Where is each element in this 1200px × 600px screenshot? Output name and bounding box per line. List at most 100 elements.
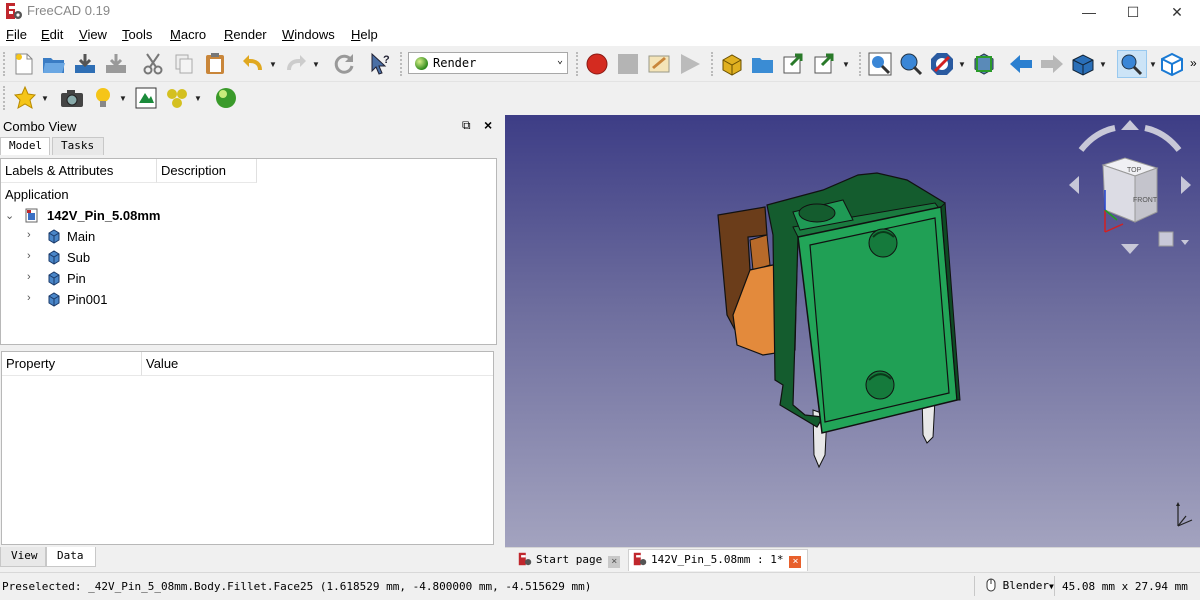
undo-icon[interactable] xyxy=(240,51,266,77)
toolbar-grip[interactable] xyxy=(3,86,7,110)
tab-tasks[interactable]: Tasks xyxy=(52,137,104,155)
close-window-button[interactable]: ✕ xyxy=(1154,0,1200,24)
tree-item-pin001[interactable]: › Pin001 xyxy=(5,291,205,312)
toolbar-grip[interactable] xyxy=(3,52,7,76)
toolbar-overflow-button[interactable]: » xyxy=(1190,56,1197,70)
zoom-tool-icon[interactable] xyxy=(1117,50,1147,78)
tree-item-document[interactable]: ⌄ 142V_Pin_5.08mm xyxy=(5,207,205,228)
save-as-icon[interactable] xyxy=(103,51,129,77)
tab-view[interactable]: View xyxy=(0,547,46,567)
copy-icon[interactable] xyxy=(171,51,197,77)
menu-help[interactable]: Help xyxy=(351,27,378,42)
property-header[interactable]: Property xyxy=(2,352,142,376)
record-macro-icon[interactable] xyxy=(584,51,610,77)
back-arrow-icon[interactable] xyxy=(1008,51,1034,77)
cut-icon[interactable] xyxy=(140,51,166,77)
render-project-icon[interactable] xyxy=(12,85,38,111)
isometric-view-icon[interactable] xyxy=(1159,51,1185,77)
light-bulb-icon[interactable] xyxy=(90,85,116,111)
whats-this-icon[interactable]: ? xyxy=(368,51,394,77)
pan-down-arrow-icon[interactable] xyxy=(1121,244,1139,254)
chevron-right-icon[interactable]: › xyxy=(27,271,31,283)
navigation-cube[interactable]: TOP FRONT xyxy=(1065,120,1195,260)
macro-editor-icon[interactable] xyxy=(646,51,672,77)
undo-dropdown-icon[interactable]: ▼ xyxy=(269,60,277,69)
render-project-dropdown-icon[interactable]: ▼ xyxy=(41,94,49,103)
pan-right-arrow-icon[interactable] xyxy=(1181,176,1191,194)
tree-item-main[interactable]: › Main xyxy=(5,228,205,249)
view-menu-cube-icon[interactable] xyxy=(1158,231,1174,247)
draw-style-dropdown-icon[interactable]: ▼ xyxy=(958,60,966,69)
body-icon xyxy=(48,271,60,286)
minimize-button[interactable]: — xyxy=(1066,0,1112,24)
standard-views-dropdown-icon[interactable]: ▼ xyxy=(1099,60,1107,69)
menu-bar: File Edit View Tools Macro Render Window… xyxy=(0,24,1200,46)
refresh-icon[interactable] xyxy=(331,51,357,77)
property-editor: Property Value xyxy=(1,351,494,545)
paste-icon[interactable] xyxy=(202,51,228,77)
menu-macro[interactable]: Macro xyxy=(170,27,206,42)
chevron-right-icon[interactable]: › xyxy=(27,292,31,304)
link-dropdown-icon[interactable]: ▼ xyxy=(842,60,850,69)
chevron-right-icon[interactable]: › xyxy=(27,250,31,262)
redo-icon[interactable] xyxy=(283,51,309,77)
maximize-button[interactable]: ☐ xyxy=(1110,0,1156,24)
menu-file[interactable]: File xyxy=(6,27,27,42)
menu-view[interactable]: View xyxy=(79,27,107,42)
rotate-left-arrow-icon[interactable] xyxy=(1078,125,1116,152)
create-part-icon[interactable] xyxy=(719,51,745,77)
rotate-right-arrow-icon[interactable] xyxy=(1144,125,1182,152)
light-dropdown-icon[interactable]: ▼ xyxy=(119,94,127,103)
navigation-style-selector[interactable]: Blender▼ xyxy=(986,578,1054,592)
material-dropdown-icon[interactable]: ▼ xyxy=(194,94,202,103)
toolbar-grip[interactable] xyxy=(859,52,863,76)
camera-icon[interactable] xyxy=(59,85,85,111)
pan-up-arrow-icon[interactable] xyxy=(1121,120,1139,130)
tab-model[interactable]: Model xyxy=(0,137,50,155)
execute-macro-icon[interactable] xyxy=(677,51,703,77)
tab-data[interactable]: Data xyxy=(46,547,96,567)
float-panel-icon[interactable]: ⧉ xyxy=(462,118,471,133)
tree-header-labels[interactable]: Labels & Attributes xyxy=(1,159,157,183)
link-actions-icon[interactable] xyxy=(812,51,838,77)
chevron-down-icon[interactable]: ⌄ xyxy=(5,209,14,222)
close-tab-icon[interactable]: × xyxy=(608,556,621,568)
menu-edit[interactable]: Edit xyxy=(41,27,63,42)
toolbar-grip[interactable] xyxy=(400,52,404,76)
pan-left-arrow-icon[interactable] xyxy=(1069,176,1079,194)
menu-render[interactable]: Render xyxy=(224,27,267,42)
toolbar-grip[interactable] xyxy=(576,52,580,76)
chevron-right-icon[interactable]: › xyxy=(27,229,31,241)
render-sphere-icon[interactable] xyxy=(213,85,239,111)
value-header[interactable]: Value xyxy=(142,352,493,376)
fit-all-icon[interactable] xyxy=(867,51,893,77)
forward-arrow-icon[interactable] xyxy=(1039,51,1065,77)
standard-views-icon[interactable] xyxy=(1070,51,1096,77)
open-folder-icon[interactable] xyxy=(41,51,67,77)
menu-windows[interactable]: Windows xyxy=(282,27,335,42)
redo-dropdown-icon[interactable]: ▼ xyxy=(312,60,320,69)
view-menu-dropdown-icon[interactable] xyxy=(1181,240,1189,245)
close-panel-icon[interactable]: × xyxy=(484,117,492,133)
draw-style-icon[interactable] xyxy=(929,51,955,77)
tab-start-page[interactable]: Start page × xyxy=(514,550,626,571)
new-document-icon[interactable] xyxy=(11,51,37,77)
workbench-selector[interactable]: Render ⌄ xyxy=(408,52,568,74)
create-link-icon[interactable] xyxy=(781,51,807,77)
tree-item-pin[interactable]: › Pin xyxy=(5,270,205,291)
bounding-box-icon[interactable] xyxy=(971,51,997,77)
stop-macro-icon[interactable] xyxy=(615,51,641,77)
tab-document[interactable]: 142V_Pin_5.08mm : 1* × xyxy=(628,549,809,571)
tree-header-description[interactable]: Description xyxy=(157,159,257,183)
toolbar-grip[interactable] xyxy=(711,52,715,76)
menu-tools[interactable]: Tools xyxy=(122,27,152,42)
material-icon[interactable] xyxy=(133,85,159,111)
tree-item-sub[interactable]: › Sub xyxy=(5,249,205,270)
material-balls-icon[interactable] xyxy=(164,85,190,111)
3d-viewport[interactable]: TOP FRONT xyxy=(505,115,1200,547)
create-group-icon[interactable] xyxy=(750,51,776,77)
zoom-dropdown-icon[interactable]: ▼ xyxy=(1149,60,1157,69)
close-tab-icon[interactable]: × xyxy=(789,556,802,568)
fit-selection-icon[interactable] xyxy=(898,51,924,77)
save-icon[interactable] xyxy=(72,51,98,77)
